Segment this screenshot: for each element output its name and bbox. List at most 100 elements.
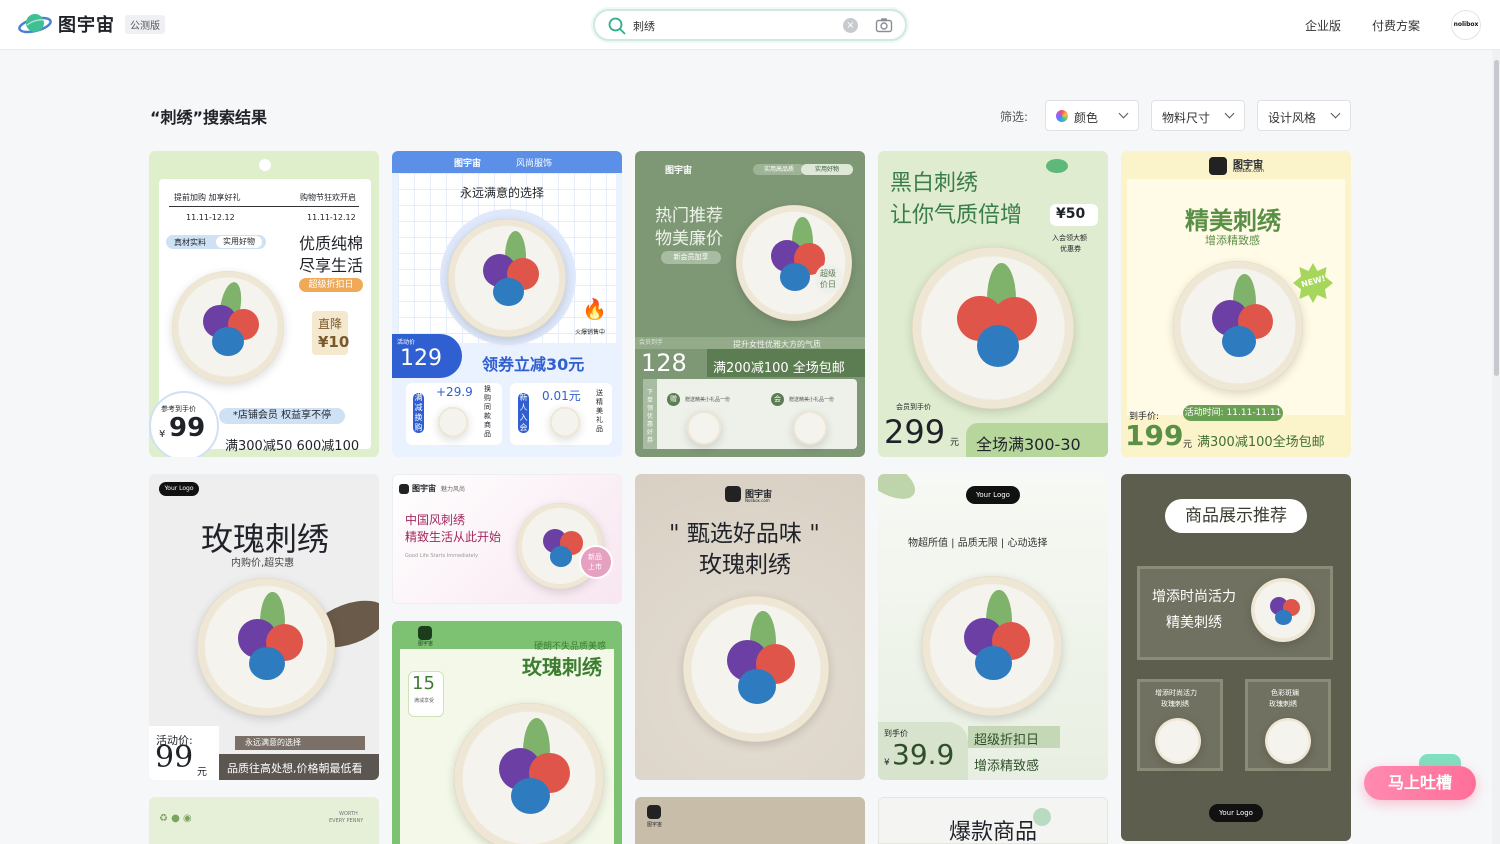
card-text: 满减享受 [414,698,435,704]
template-card[interactable]: Your Logo 玫瑰刺绣 内购价,超实惠 活动价: 99 元 永远满意的选择… [149,474,379,780]
card-text: 玫瑰刺绣 [1161,700,1189,708]
template-card[interactable]: 商品展示推荐 增添时尚活力 精美刺绣 增添时尚活力 玫瑰刺绣 色彩斑斓 玫瑰刺绣… [1121,474,1351,841]
template-card[interactable]: 图宇宙 硬朗不失品质美感 玫瑰刺绣 15 满减享受 [392,621,622,844]
currency: ¥ [884,758,890,768]
user-avatar[interactable]: nolibox [1451,10,1481,40]
unit: 元 [197,767,207,778]
template-card[interactable]: 图宇宙 Nolibox.com 精美刺绣 增添精致感 NEW! 到手价: 活动时… [1121,151,1351,457]
price: 99 [169,413,206,443]
flower-shape [212,327,244,357]
flower-shape [549,546,573,567]
brand-logo-icon [399,484,409,494]
discount-badge: 超级折扣日 [299,278,363,292]
card-text: 永远满意的选择 [245,738,301,747]
headline: 玫瑰刺绣 [522,655,602,679]
enterprise-link[interactable]: 企业版 [1305,17,1341,34]
promo-text: 品质往高处想,价格朝最低看 [227,762,363,775]
page-scrollbar[interactable] [1492,50,1500,844]
template-card[interactable]: 黑白刺绣 让你气质倍增 ¥50 入会领大额 优惠券 会员到手价 299 元 全场… [878,151,1108,457]
logo[interactable]: 图宇宙 公测版 [18,11,165,37]
template-card[interactable]: 图宇宙 魅力风尚 中国风刺绣 精致生活从此开始 Good Life Starts… [392,474,622,604]
coupon-text: 领券立减30元 [482,355,585,374]
brand-dot-icon [259,159,271,171]
brand-sub: Nolibox.com [1233,168,1264,174]
headline: 物美廉价 [655,229,723,249]
embroidery-hoop-image [683,596,829,742]
style-filter-dropdown[interactable]: 设计风格 [1257,100,1351,131]
style-filter-label: 设计风格 [1268,111,1317,125]
card-text: WORTH [339,811,358,817]
tag-text: 实用好物 [216,236,262,248]
headline: 精致生活从此开始 [405,530,502,544]
headline: 尽享生活 [299,256,364,275]
promo-text: 满300减50 600减100 [225,439,360,454]
card-text: 赠送精美小礼品一份 [685,397,731,403]
size-filter-dropdown[interactable]: 物料尺寸 [1151,100,1245,131]
card-text: 会员到手价 [896,403,931,411]
scrollbar-thumb[interactable] [1494,60,1499,376]
size-filter-label: 物料尺寸 [1162,111,1211,125]
color-filter-dropdown[interactable]: 颜色 [1045,100,1139,131]
brand-logo-icon [725,486,741,502]
template-card[interactable]: 图宇宙 Nolibox.com " 甄选好品味 " 玫瑰刺绣 [635,474,865,780]
feedback-button[interactable]: 马上吐槽 [1364,766,1476,800]
brand-name: 图宇宙 [647,822,663,828]
template-card[interactable]: 提前加购 加享好礼 购物节狂欢开启 11.11-12.12 11.11-12.1… [149,151,379,457]
logo-text: 图宇宙 [58,15,115,36]
planet-logo-icon [18,11,52,37]
card-text: 0.01元 [542,389,581,403]
flower-shape [1222,326,1257,358]
subheadline: 增添精致感 [1205,234,1260,247]
slogan: 永远满意的选择 [460,186,545,200]
brand-sub: Nolibox.com [745,498,770,503]
currency: ¥ [159,429,166,440]
embroidery-hoop-thumb [1155,718,1201,764]
clear-search-icon[interactable]: × [843,18,858,33]
chevron-down-icon [1118,108,1129,119]
card-text: 直降 [318,317,343,331]
camera-search-icon[interactable] [875,17,893,37]
section-title: 商品展示推荐 [1165,499,1307,533]
search-icon [608,17,626,39]
promo-text: 满300减100全场包邮 [1197,435,1325,450]
embroidery-hoop-image [736,205,852,321]
flower-shape [780,263,811,291]
flower-shape [492,278,524,307]
price: 129 [400,346,442,371]
card-text: 11.11-12.12 [307,213,356,222]
template-card[interactable]: 图宇宙 风尚服饰 永远满意的选择 🔥 火爆销售中 活动价 129 领券立减30元… [392,151,622,457]
deco-circle [1033,808,1051,826]
leaf-decor [878,474,922,507]
embroidery-hoop-thumb [438,407,468,437]
coupon-value: ¥50 [1056,206,1086,222]
embroidery-hoop-image [922,576,1062,716]
card-text: 增添时尚活力 [1155,689,1197,697]
search-bar[interactable]: 刺绣 × [593,9,907,41]
promo-text: 满200减100 全场包邮 [713,361,845,376]
headline: 优质纯棉 [299,234,364,253]
card-text: 新品上市 [588,553,602,571]
template-card[interactable]: Your Logo 物超所值 | 品质无限 | 心动选择 到手价 ¥ 39.9 … [878,474,1108,780]
headline: 让你气质倍增 [890,203,1023,228]
color-filter-label: 颜色 [1074,111,1099,125]
template-card[interactable]: 图宇宙 实用高品质 实用好物 热门推荐 物美廉价 新会员加享 超级价日 提升女性… [635,151,865,457]
flower-shape [249,647,286,681]
template-card[interactable]: 图宇宙 [635,797,865,844]
template-card[interactable]: ♻ ● ◉ WORTH EVERY PENNY [149,797,379,844]
badge: 新会员加享 [661,251,721,264]
template-card[interactable]: 爆款商品 [878,797,1108,844]
brand-name: 图宇宙 [418,641,434,647]
card-text: 入会领大额 [1052,234,1087,242]
embroidery-hoop-thumb [550,407,580,437]
card-text: 购物节狂欢开启 [300,193,356,202]
beta-badge: 公测版 [125,14,165,34]
flower-shape [738,669,777,705]
embroidery-hoop-thumb [1265,718,1311,764]
pricing-link[interactable]: 付费方案 [1372,17,1420,34]
chevron-down-icon [1330,108,1341,119]
search-input[interactable]: 刺绣 [633,18,655,34]
headline: " 甄选好品味 " [669,521,820,547]
headline: 精美刺绣 [1185,207,1281,235]
your-logo: Your Logo [159,482,199,496]
planet-icon [1046,159,1068,173]
